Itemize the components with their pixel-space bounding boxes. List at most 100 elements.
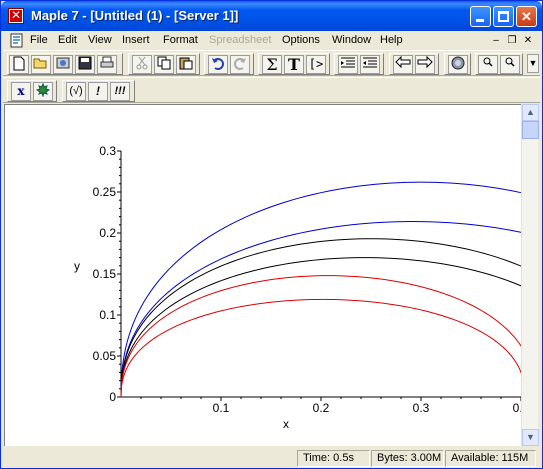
forward-button[interactable] (415, 55, 435, 74)
maple-window: ✕ Maple 7 - [Untitled (1) - [Server 1]] … (0, 0, 543, 469)
cut-icon (136, 56, 148, 70)
window-title: Maple 7 - [Untitled (1) - [Server 1]] (31, 8, 239, 23)
toolbar-dropdown-button[interactable]: ▼ (527, 54, 539, 73)
y-tick-label: 0.2 (99, 226, 116, 240)
menu-edit[interactable]: Edit (58, 34, 77, 46)
open-url-icon (56, 57, 70, 69)
scroll-up-button[interactable]: ▲ (522, 104, 539, 121)
status-bar: Time: 0.5s Bytes: 3.00M Available: 115M (3, 448, 540, 468)
y-tick-label: 0.05 (93, 349, 117, 363)
new-icon (13, 56, 25, 71)
undo-tool-group (204, 53, 254, 75)
mdi-restore-button[interactable]: ❐ (505, 34, 519, 47)
new-button[interactable] (9, 55, 29, 74)
menu-format[interactable]: Format (163, 34, 198, 46)
insert-tool-group: Σ T [> (258, 53, 330, 75)
y-tick-label: 0.15 (93, 267, 117, 281)
open-url-button[interactable] (53, 55, 73, 74)
check-syntax-button[interactable]: (√) (66, 82, 86, 101)
execute-button[interactable]: ! (88, 82, 108, 101)
status-available: Available: 115M (445, 450, 536, 467)
mdi-close-button[interactable]: ✕ (521, 34, 535, 47)
title-bar[interactable]: ✕ Maple 7 - [Untitled (1) - [Server 1]] … (1, 1, 542, 31)
plot-2d[interactable]: 0.10.20.30.40.50.600.050.10.150.20.250.3… (5, 105, 543, 447)
menu-file[interactable]: File (30, 34, 48, 46)
undo-icon (212, 58, 224, 70)
print-button[interactable] (97, 55, 117, 74)
indent-section-button[interactable] (360, 55, 380, 74)
y-tick-label: 0.3 (99, 144, 116, 158)
paste-icon (179, 57, 193, 70)
document-menu-icon[interactable] (9, 33, 25, 48)
stop-tool-group (444, 53, 471, 75)
text-button[interactable]: T (284, 55, 304, 74)
y-axis-label: y (74, 259, 80, 273)
mdi-minimize-button[interactable]: – (489, 34, 503, 47)
subsection-icon (363, 57, 377, 68)
zoom-in-button[interactable] (478, 55, 498, 74)
forward-icon (417, 55, 433, 69)
save-icon (78, 56, 92, 70)
prompt-button[interactable]: [> (306, 55, 326, 74)
redo-icon (234, 58, 246, 70)
menu-options[interactable]: Options (282, 34, 320, 46)
sum-button[interactable]: Σ (262, 55, 282, 74)
maximize-button[interactable] (493, 6, 514, 27)
paste-button[interactable] (176, 55, 196, 74)
menu-bar: File Edit View Insert Format Spreadsheet… (3, 31, 540, 50)
arrow-down-icon: ▼ (526, 432, 535, 442)
x-tick-label: 0.3 (413, 401, 430, 415)
plot-curve-5 (120, 275, 536, 398)
copy-icon (157, 56, 171, 70)
stop-button[interactable] (448, 55, 468, 74)
execute-all-button[interactable]: !!! (110, 82, 130, 101)
open-button[interactable] (31, 55, 51, 74)
cut-button[interactable] (132, 55, 152, 74)
print-icon (100, 56, 114, 68)
plot-curve-3 (120, 238, 543, 398)
maple-app-icon[interactable]: ✕ (8, 8, 24, 24)
back-icon (395, 55, 411, 69)
close-icon: ✕ (521, 9, 532, 24)
undo-button[interactable] (208, 55, 228, 74)
main-toolbar: Σ T [> ▼ (3, 50, 540, 76)
copy-button[interactable] (154, 55, 174, 74)
minimize-button[interactable] (470, 6, 491, 27)
menu-insert[interactable]: Insert (122, 34, 150, 46)
close-button[interactable]: ✕ (516, 6, 537, 27)
menu-help[interactable]: Help (380, 34, 403, 46)
execute-tool-group: (√) ! !!! (62, 80, 135, 102)
status-time: Time: 0.5s (297, 450, 370, 467)
menu-window[interactable]: Window (332, 34, 371, 46)
clipboard-tool-group (128, 53, 200, 75)
arrow-up-icon: ▲ (526, 107, 535, 117)
save-button[interactable] (75, 55, 95, 74)
worksheet[interactable]: 0.10.20.30.40.50.600.050.10.150.20.250.3… (4, 104, 543, 447)
open-icon (33, 58, 47, 69)
file-tool-group (7, 53, 123, 75)
outdent-section-button[interactable] (338, 55, 358, 74)
chevron-down-icon: ▼ (528, 58, 538, 68)
plot-curve-1 (120, 181, 543, 398)
navigation-tool-group (389, 53, 439, 75)
section-tool-group (334, 53, 384, 75)
math-mode-button[interactable]: x (11, 82, 31, 101)
section-icon (341, 57, 355, 68)
y-tick-label: 0.25 (93, 185, 117, 199)
menu-view[interactable]: View (88, 34, 112, 46)
menu-spreadsheet: Spreadsheet (209, 34, 272, 46)
scroll-down-button[interactable]: ▼ (522, 429, 539, 446)
y-tick-label: 0.1 (99, 308, 116, 322)
maximize-icon (498, 11, 509, 22)
status-bytes: Bytes: 3.00M (371, 450, 444, 467)
maple-leaf-icon (35, 82, 51, 98)
maple-input-button[interactable] (33, 82, 53, 101)
zoom-out-button[interactable] (500, 55, 520, 74)
zoom-in-icon (483, 57, 493, 67)
vertical-scrollbar[interactable]: ▲ ▼ (521, 104, 539, 446)
x-tick-label: 0.1 (213, 401, 230, 415)
redo-button[interactable] (230, 55, 250, 74)
scroll-thumb[interactable] (522, 121, 539, 139)
x-axis-label: x (283, 417, 289, 431)
back-button[interactable] (393, 55, 413, 74)
